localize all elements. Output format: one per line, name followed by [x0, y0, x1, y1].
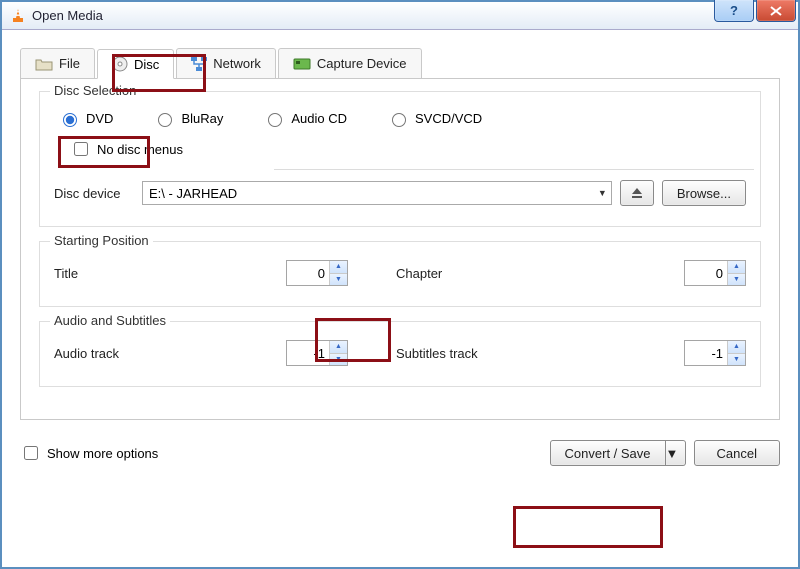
spin-down-icon[interactable]: ▼ [330, 273, 347, 286]
spin-up-icon[interactable]: ▲ [330, 341, 347, 353]
chevron-down-icon: ▼ [598, 188, 607, 198]
dialog-footer: Show more options Convert / Save ▼ Cance… [2, 432, 798, 480]
convert-save-label: Convert / Save [565, 446, 651, 461]
cancel-label: Cancel [717, 446, 757, 461]
subtitles-track-label: Subtitles track [366, 346, 666, 361]
disc-device-label: Disc device [54, 186, 134, 201]
eject-icon [630, 186, 644, 200]
spin-up-icon[interactable]: ▲ [728, 341, 745, 353]
browse-button[interactable]: Browse... [662, 180, 746, 206]
starting-position-group: Starting Position Title ▲▼ Chapter ▲▼ [39, 241, 761, 307]
cancel-button[interactable]: Cancel [694, 440, 780, 466]
radio-svcd-label: SVCD/VCD [415, 111, 482, 126]
radio-svcd[interactable]: SVCD/VCD [387, 110, 482, 127]
disc-selection-legend: Disc Selection [50, 83, 140, 98]
chapter-label: Chapter [366, 266, 666, 281]
tab-disc-label: Disc [134, 57, 159, 72]
radio-audiocd-label: Audio CD [291, 111, 347, 126]
close-button[interactable] [756, 0, 796, 22]
no-disc-menus-checkbox[interactable] [74, 142, 88, 156]
tab-file-label: File [59, 56, 80, 71]
help-button[interactable]: ? [714, 0, 754, 22]
tab-file[interactable]: File [20, 48, 95, 78]
tabs: File Disc Network Capture Device [20, 48, 780, 79]
capture-icon [293, 57, 311, 71]
browse-label: Browse... [677, 186, 731, 201]
starting-position-legend: Starting Position [50, 233, 153, 248]
chapter-spinner[interactable]: ▲▼ [684, 260, 746, 286]
convert-save-button[interactable]: Convert / Save [550, 440, 666, 466]
radio-dvd[interactable]: DVD [58, 110, 113, 127]
network-icon [191, 57, 207, 71]
titlebar: Open Media ? [2, 2, 798, 30]
disc-device-value: E:\ - JARHEAD [149, 186, 237, 201]
divider [274, 169, 754, 170]
audio-track-spinner[interactable]: ▲▼ [286, 340, 348, 366]
radio-bluray-input[interactable] [158, 113, 172, 127]
audio-track-label: Audio track [54, 346, 286, 361]
show-more-options[interactable]: Show more options [20, 443, 158, 463]
spin-up-icon[interactable]: ▲ [330, 261, 347, 273]
disc-device-select[interactable]: E:\ - JARHEAD ▼ [142, 181, 612, 205]
tab-capture[interactable]: Capture Device [278, 48, 422, 78]
open-media-dialog: Open Media ? File Disc Network [0, 0, 800, 569]
radio-dvd-label: DVD [86, 111, 113, 126]
tab-capture-label: Capture Device [317, 56, 407, 71]
title-label: Title [54, 266, 286, 281]
convert-save-splitbutton[interactable]: Convert / Save ▼ [550, 440, 686, 466]
disc-selection-group: Disc Selection DVD BluRay Audio CD [39, 91, 761, 227]
title-spinner[interactable]: ▲▼ [286, 260, 348, 286]
spin-down-icon[interactable]: ▼ [728, 353, 745, 366]
chapter-input[interactable] [685, 261, 727, 285]
chevron-down-icon: ▼ [666, 446, 679, 461]
window-title: Open Media [32, 8, 103, 23]
audio-subtitles-group: Audio and Subtitles Audio track ▲▼ Subti… [39, 321, 761, 387]
spin-down-icon[interactable]: ▼ [728, 273, 745, 286]
highlight-box [513, 506, 663, 548]
radio-bluray-label: BluRay [181, 111, 223, 126]
folder-icon [35, 57, 53, 71]
spin-up-icon[interactable]: ▲ [728, 261, 745, 273]
audio-subtitles-legend: Audio and Subtitles [50, 313, 170, 328]
radio-bluray[interactable]: BluRay [153, 110, 223, 127]
radio-dvd-input[interactable] [63, 113, 77, 127]
show-more-options-checkbox[interactable] [24, 446, 38, 460]
radio-audiocd-input[interactable] [268, 113, 282, 127]
subtitles-track-input[interactable] [685, 341, 727, 365]
no-disc-menus-label: No disc menus [97, 142, 183, 157]
eject-button[interactable] [620, 180, 654, 206]
vlc-icon [10, 8, 26, 24]
convert-save-dropdown[interactable]: ▼ [666, 440, 686, 466]
radio-svcd-input[interactable] [392, 113, 406, 127]
audio-track-input[interactable] [287, 341, 329, 365]
no-disc-menus[interactable]: No disc menus [70, 139, 746, 159]
tab-disc[interactable]: Disc [97, 49, 174, 79]
tab-network[interactable]: Network [176, 48, 276, 78]
radio-audiocd[interactable]: Audio CD [263, 110, 347, 127]
title-input[interactable] [287, 261, 329, 285]
tab-panel-disc: Disc Selection DVD BluRay Audio CD [20, 79, 780, 420]
subtitles-track-spinner[interactable]: ▲▼ [684, 340, 746, 366]
disc-icon [112, 56, 128, 72]
show-more-options-label: Show more options [47, 446, 158, 461]
tab-network-label: Network [213, 56, 261, 71]
spin-down-icon[interactable]: ▼ [330, 353, 347, 366]
